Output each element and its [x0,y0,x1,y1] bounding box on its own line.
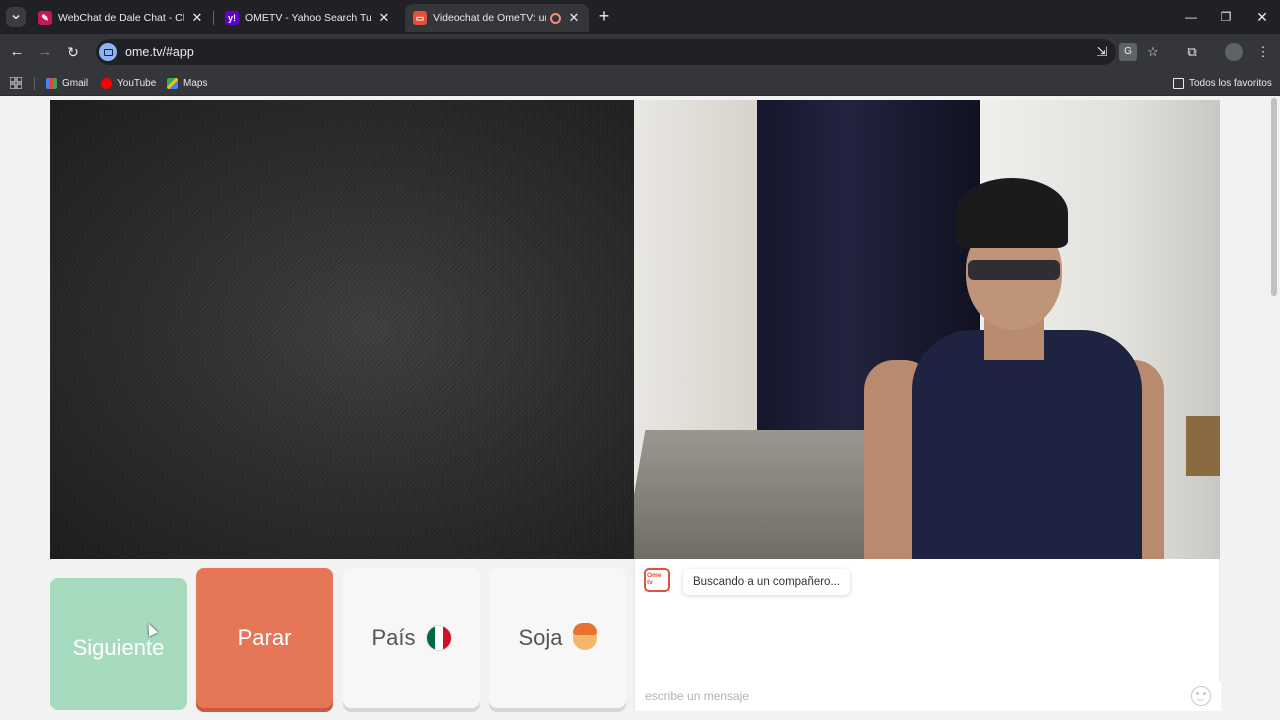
close-icon[interactable]: ✕ [190,11,204,25]
person-cap [956,178,1068,248]
emoji-icon[interactable] [1191,686,1211,706]
dalechat-icon: ✎ [38,11,52,25]
address-bar[interactable]: ome.tv/#app [96,39,1116,65]
partner-video-static [50,100,634,559]
tab-title: Videochat de OmeTV: una a [433,12,546,24]
bookmark-label: YouTube [117,77,157,89]
stop-label: Parar [237,625,292,650]
tab-divider [213,11,214,25]
person-sunglasses [968,260,1060,280]
gender-button[interactable]: Soja [489,568,626,708]
person-shirt [912,330,1142,559]
tab-ometv[interactable]: ▭ Videochat de OmeTV: una a ✕ [405,4,589,32]
all-bookmarks-label: Todos los favoritos [1189,77,1272,89]
youtube-icon [101,77,112,89]
status-text: Buscando a un compañero... [693,576,841,588]
tab-yahoo[interactable]: y! OMETV - Yahoo Search Tus res ✕ [217,4,399,32]
ometv-logo: Ome tv [644,568,670,592]
translate-icon[interactable]: G [1119,43,1137,61]
ometv-icon: ▭ [413,11,427,25]
bookmark-youtube[interactable]: YouTube [101,75,156,91]
extensions-icon[interactable]: ⧉ [1183,43,1201,61]
profile-avatar[interactable] [1225,43,1243,61]
chevron-down-icon [12,14,20,20]
bookmark-gmail[interactable]: Gmail [46,75,88,91]
bookmark-maps[interactable]: Maps [167,75,207,91]
reload-icon[interactable]: ↻ [63,42,83,62]
yahoo-icon: y! [225,11,239,25]
close-icon[interactable]: ✕ [567,11,581,25]
self-camera-video [634,100,1220,559]
new-tab-button[interactable]: + [596,7,612,25]
stop-button[interactable]: Parar [196,568,333,708]
chat-panel: Ome tv Buscando a un compañero... [634,559,1221,711]
scrollbar-thumb[interactable] [1271,98,1277,296]
tab-title: OMETV - Yahoo Search Tus res [245,12,371,24]
site-info-icon[interactable] [99,43,117,61]
close-window-icon[interactable]: ✕ [1252,8,1272,26]
tab-dalechat[interactable]: ✎ WebChat de Dale Chat - Chatea ✕ [30,4,212,32]
back-icon[interactable]: ← [7,42,27,62]
next-button[interactable]: Siguiente [50,578,187,710]
maps-icon [167,77,178,89]
url-text[interactable]: ome.tv/#app [125,45,194,59]
recording-icon [550,12,561,24]
bookmarks-divider [34,77,35,90]
forward-icon[interactable]: → [35,42,55,62]
mexico-flag-icon [425,625,452,651]
menu-icon[interactable]: ⋮ [1254,43,1272,61]
country-button[interactable]: País [343,568,480,708]
all-bookmarks[interactable]: Todos los favoritos [1173,75,1272,91]
video-noise [50,100,634,559]
logo-text: Ome tv [647,572,662,586]
gender-label: Soja [518,625,563,650]
status-message: Buscando a un compañero... [683,569,851,595]
page-scrollbar[interactable] [1268,96,1280,720]
bookmark-star-icon[interactable]: ☆ [1144,43,1162,61]
video-shelf [1186,416,1220,476]
close-icon[interactable]: ✕ [377,11,391,25]
tab-title: WebChat de Dale Chat - Chatea [58,12,184,24]
next-label: Siguiente [72,635,165,660]
gmail-icon [46,77,57,89]
tab-strip: ✎ WebChat de Dale Chat - Chatea ✕ y! OME… [0,0,1280,34]
folder-icon [1173,77,1184,89]
country-label: País [371,625,416,650]
tab-search-button[interactable] [6,7,26,27]
message-input[interactable] [635,681,1221,711]
install-app-icon[interactable]: ⇲ [1093,43,1111,61]
apps-icon[interactable] [10,75,22,91]
restore-icon[interactable]: ❐ [1216,8,1236,26]
bookmarks-bar: Gmail YouTube Maps Todos los favoritos [0,70,1280,96]
boy-emoji-icon [572,623,597,650]
bookmark-label: Gmail [62,77,89,89]
bookmark-label: Maps [183,77,208,89]
minimize-icon[interactable]: — [1181,8,1201,26]
browser-toolbar: ← → ↻ ome.tv/#app ⇲ G ☆ ⧉ ⋮ [0,34,1280,70]
ometv-app: Siguiente Parar País Soja Ome tv Buscand… [0,96,1280,720]
